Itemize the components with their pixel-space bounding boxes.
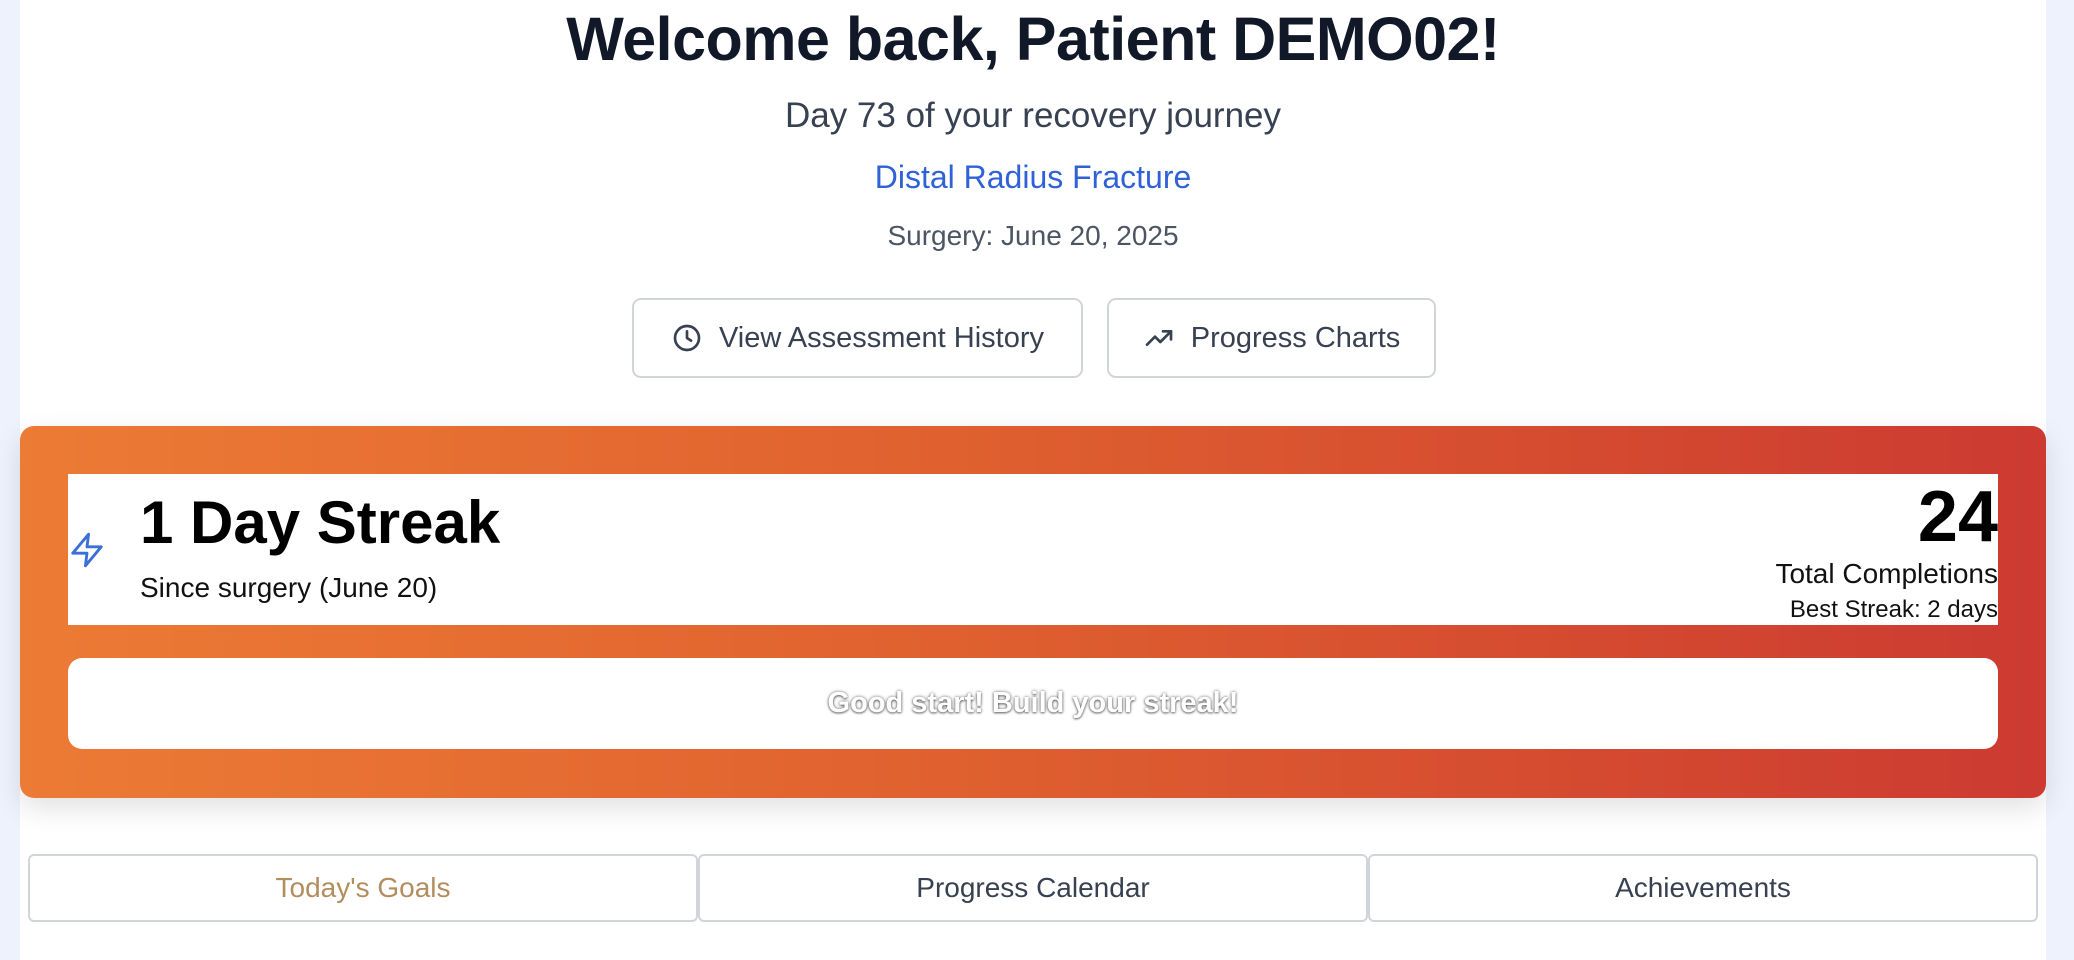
best-streak: Best Streak: 2 days <box>1789 596 1998 623</box>
view-assessment-history-button[interactable]: View Assessment History <box>632 298 1083 378</box>
total-completions-count: 24 <box>1917 477 1998 557</box>
view-assessment-history-label: View Assessment History <box>718 321 1045 354</box>
progress-charts-button[interactable]: Progress Charts <box>1107 298 1436 378</box>
total-completions-label: Total Completions <box>1775 558 1998 589</box>
streak-message-box: Good start! Build your streak! <box>68 658 1998 749</box>
streak-message: Good start! Build your streak! <box>827 687 1239 719</box>
clock-icon <box>671 322 703 354</box>
recovery-day-text: Day 73 of your recovery journey <box>784 96 1282 135</box>
dashboard-page: Welcome back, Patient DEMO02! Day 73 of … <box>20 0 2046 960</box>
progress-charts-label: Progress Charts <box>1190 321 1401 354</box>
condition-name: Distal Radius Fracture <box>874 159 1192 195</box>
streak-card: 1 Day Streak Since surgery (June 20) 24 … <box>20 426 2046 798</box>
lightning-icon <box>68 529 106 576</box>
tab-achievements[interactable]: Achievements <box>1368 854 2038 922</box>
trending-up-icon <box>1143 322 1175 354</box>
streak-summary-panel: 1 Day Streak Since surgery (June 20) 24 … <box>68 474 1998 625</box>
streak-title: 1 Day Streak <box>140 489 501 556</box>
tab-progress-calendar[interactable]: Progress Calendar <box>698 854 1368 922</box>
surgery-date: Surgery: June 20, 2025 <box>887 220 1179 251</box>
welcome-heading: Welcome back, Patient DEMO02! <box>566 5 1500 73</box>
streak-subtitle: Since surgery (June 20) <box>140 572 438 603</box>
tab-todays-goals[interactable]: Today's Goals <box>28 854 698 922</box>
